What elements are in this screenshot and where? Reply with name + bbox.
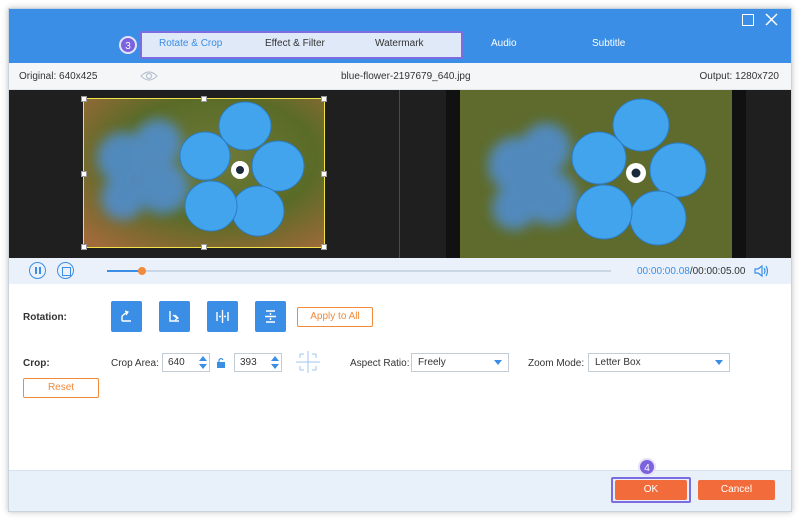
crop-width-value: 640 [168,357,185,368]
tab-effect-filter[interactable]: Effect & Filter [265,38,325,49]
maximize-icon[interactable] [741,13,755,27]
close-icon[interactable] [765,13,779,27]
crop-area-label: Crop Area: [111,358,159,369]
footer-bar: OK Cancel [9,470,791,511]
crop-handle[interactable] [321,171,327,177]
aspect-ratio-select[interactable]: Freely [411,353,509,372]
crop-handle[interactable] [201,96,207,102]
output-preview-image [446,90,746,258]
step-badge-3: 3 [119,36,137,54]
original-size: Original: 640x425 [19,71,98,82]
apply-to-all-button[interactable]: Apply to All [297,307,373,327]
flip-horizontal-button[interactable] [207,301,238,332]
crop-handle[interactable] [81,96,87,102]
aspect-ratio-value: Freely [418,357,446,368]
height-stepper[interactable] [271,355,279,370]
crop-frame[interactable] [81,96,327,250]
flip-vertical-icon [265,310,276,323]
tab-rotate-crop[interactable]: Rotate & Crop [159,38,222,49]
file-name: blue-flower-2197679_640.jpg [341,71,471,82]
progress-thumb[interactable] [138,267,147,275]
zoom-mode-value: Letter Box [595,357,641,368]
total-time: /00:00:05.00 [689,266,746,277]
crop-handle[interactable] [201,244,207,250]
progress-fill [107,270,143,272]
width-stepper[interactable] [199,355,207,370]
crop-handle[interactable] [321,244,327,250]
crop-handle[interactable] [81,244,87,250]
aspect-ratio-label: Aspect Ratio: [350,358,410,369]
tab-audio[interactable]: Audio [491,38,517,49]
crop-height-input[interactable]: 393 [234,353,282,372]
chevron-down-icon [494,360,502,365]
ok-button[interactable]: OK [615,480,687,500]
rotate-right-button[interactable] [159,301,190,332]
crop-handle[interactable] [81,171,87,177]
controls-panel: Rotation: Apply to All Crop: Crop Area: … [9,284,791,470]
chevron-down-icon [715,360,723,365]
progress-track[interactable] [107,267,611,275]
preview-divider [399,90,400,258]
reset-button[interactable]: Reset [23,378,99,398]
rotate-right-icon [169,311,179,322]
volume-icon[interactable] [754,264,770,278]
crop-editor-window: 3 Rotate & Crop Effect & Filter Watermar… [8,8,792,512]
zoom-mode-label: Zoom Mode: [528,358,585,369]
rotate-left-button[interactable] [111,301,142,332]
crop-height-value: 393 [240,357,257,368]
crop-width-input[interactable]: 640 [162,353,210,372]
pause-button[interactable] [29,262,46,279]
crop-label: Crop: [23,358,50,369]
time-display: 00:00:00.08/00:00:05.00 [637,266,745,277]
center-crop-icon[interactable] [295,350,321,374]
current-time: 00:00:00.08 [637,266,690,277]
cancel-button[interactable]: Cancel [698,480,775,500]
rotation-label: Rotation: [23,312,67,323]
flip-horizontal-icon [216,310,229,323]
tab-watermark[interactable]: Watermark [375,38,424,49]
eye-icon[interactable] [140,70,158,82]
zoom-mode-select[interactable]: Letter Box [588,353,730,372]
stop-button[interactable] [57,262,74,279]
preview-area [9,90,791,258]
crop-handle[interactable] [321,96,327,102]
step-badge-4: 4 [638,458,656,476]
tab-subtitle[interactable]: Subtitle [592,38,625,49]
playback-bar: 00:00:00.08/00:00:05.00 [9,258,791,284]
tab-bar: 3 Rotate & Crop Effect & Filter Watermar… [9,9,791,63]
output-size: Output: 1280x720 [699,71,779,82]
flip-vertical-button[interactable] [255,301,286,332]
lock-icon[interactable] [216,357,226,368]
info-row: Original: 640x425 blue-flower-2197679_64… [9,63,791,90]
rotate-left-icon [121,310,131,322]
